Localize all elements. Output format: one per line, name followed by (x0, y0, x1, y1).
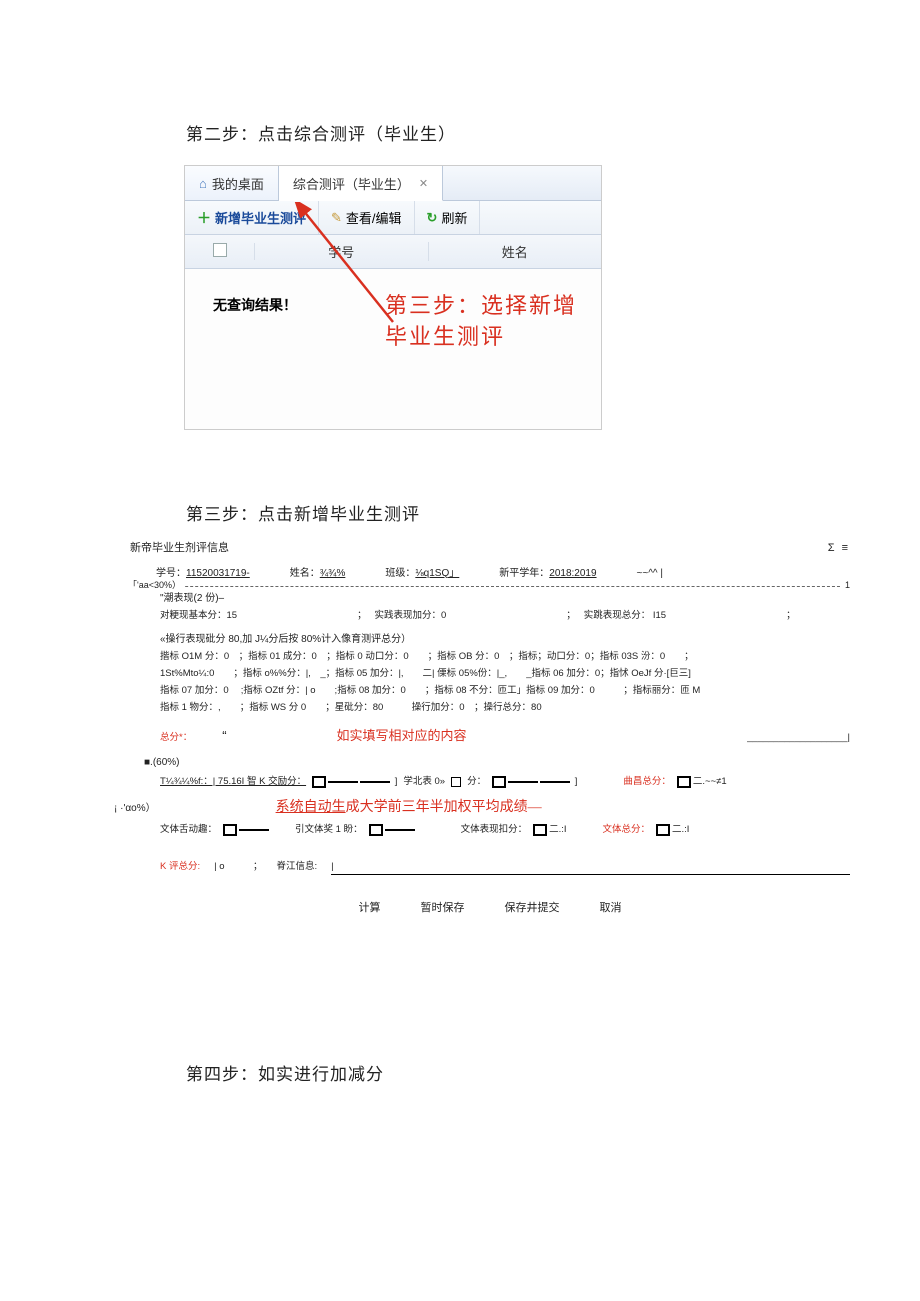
indicator-row1: 揩标 O1M 分：0 ；指标 01 成分：0 ；指标 0 动口分：0 ；指标 O… (160, 648, 850, 665)
section3-body: 文体舌动趣： 引文体奖 1 盼： 文体表现扣分： 二.:I 文体总分： 二.:I (130, 819, 850, 840)
trailing-semi: ； (786, 608, 796, 623)
score-widget-6[interactable]: 二.:I (533, 822, 566, 837)
form-title-row: 新帝毕业生剂评信息 Σ ≡ (130, 540, 850, 558)
view-edit-label: 查看/编辑 (346, 208, 402, 227)
step2-heading: 第二步：点击综合测评（毕业生） (186, 120, 456, 145)
view-edit-button[interactable]: ✎ 查看/编辑 (319, 201, 415, 234)
score-widget-3[interactable]: 二.~~≠1 (677, 774, 727, 789)
header-checkbox-cell (185, 243, 255, 260)
class-field: 班级：⅛q1SQ」 (385, 566, 459, 582)
add-eval-label: 新增毕业生测评 (215, 208, 306, 227)
plus-icon: ＋ (197, 208, 211, 228)
refresh-label: 刷新 (441, 208, 467, 227)
score-widget-2[interactable]: ] (492, 774, 577, 789)
sec1-line2: «操行表现砒分 80,加 J¼分后按 80%计入像育测评总分） (160, 632, 850, 648)
table-header-row: 学号 姓名 (185, 235, 601, 269)
indicator-row2: 1St%Mto¼:0 ；指标 o%%分：|, _；指标 05 加分：|, 二| … (160, 665, 850, 682)
practice-scores-row: 对粳现基本分：15 ； 实践表现加分：0 ； 实跳表现总分： I15 ； (160, 607, 850, 624)
select-all-checkbox[interactable] (213, 243, 227, 257)
score-widget-1[interactable]: ] (312, 774, 397, 789)
tab-eval-label: 综合测评（毕业生） (293, 174, 410, 193)
section1-divider: 「'aa<30%） 1 (130, 586, 850, 587)
student-info-row: 学号：11520031719- 姓名：¾¾% 班级：⅛q1SQ」 新平学年：20… (130, 564, 850, 584)
close-icon[interactable]: ✕ (419, 177, 428, 190)
annotation-text: 第三步：选择新增 毕业生测评 (385, 291, 577, 353)
auto-calc-note: 系统自动生成大学前三年半加权平均成绩— (276, 797, 542, 819)
calculate-button[interactable]: 计算 (359, 900, 381, 918)
sec2-d: 曲昌总分： (623, 774, 671, 789)
edit-icon: ✎ (331, 210, 342, 226)
form-icons: Σ ≡ (828, 540, 850, 558)
fill-truthfully-note: 如实填写相对应的内容 (337, 726, 467, 747)
quote-mark: “ (222, 726, 226, 747)
sec3-c: 文体表现扣分： (461, 822, 528, 837)
score-widget-4[interactable] (223, 824, 269, 836)
auto-calc-link: 系统自动生 (276, 800, 346, 815)
sec3-d: 文体总分： (603, 822, 651, 837)
sec3-row: 文体舌动趣： 引文体奖 1 盼： 文体表现扣分： 二.:I 文体总分： 二.:I (160, 821, 850, 838)
section1-body: "潮表现(2 份)– 对粳现基本分：15 ； 实践表现加分：0 ； 实跳表现总分… (130, 589, 850, 750)
section1-tail: 1 (841, 578, 850, 592)
small-box-icon (451, 777, 461, 787)
header-student-id: 学号 (255, 242, 429, 261)
sec1-line1: "潮表现(2 份)– (160, 591, 850, 607)
final-total-value: | o ； (214, 859, 262, 875)
step4-heading: 第四步：如实进行加减分 (186, 1060, 384, 1085)
student-name-field: 姓名：¾¾% (290, 566, 346, 582)
tab-bar: ⌂ 我的桌面 综合测评（毕业生） ✕ (185, 166, 601, 201)
year-field: 新平学年：2018:2019 (499, 566, 596, 582)
sec3-a: 文体舌动趣： (160, 822, 217, 837)
cancel-button[interactable]: 取消 (600, 900, 622, 918)
form-buttons: 计算 暂时保存 保存井提交 取消 (130, 900, 850, 918)
sec2-b: 学北表 0» (403, 774, 445, 789)
sec3-b: 引文体奖 1 盼： (295, 822, 363, 837)
tail-text: ~~^^ | (637, 566, 663, 582)
final-info-label: 脊江信息: (277, 859, 318, 875)
tab-home-label: 我的桌面 (212, 174, 264, 193)
tab-home[interactable]: ⌂ 我的桌面 (185, 166, 279, 200)
totals-label: 总分*： (160, 730, 192, 745)
sec2-row: T¼¾¼%f:：| 75.16I 智 K 交励分： ] 学北表 0» 分： ] … (160, 773, 850, 790)
total-score: ； 实跳表现总分： I15 (566, 608, 666, 623)
save-temp-button[interactable]: 暂时保存 (421, 900, 465, 918)
eval-form: 新帝毕业生剂评信息 Σ ≡ 学号：11520031719- 姓名：¾¾% 班级：… (130, 540, 850, 918)
section2-body: T¼¾¼%f:：| 75.16I 智 K 交励分： ] 学北表 0» 分： ] … (130, 771, 850, 792)
tab-eval[interactable]: 综合测评（毕业生） ✕ (279, 166, 443, 201)
score-widget-5[interactable] (369, 824, 415, 836)
home-icon: ⌂ (199, 176, 207, 191)
section1-label: 「'aa<30%） (128, 578, 185, 592)
indicator-row4: 指标 1 物分：, ；指标 WS 分 0 ；星砒分：80 操行加分：0 ；操行总… (160, 699, 850, 716)
add-eval-button[interactable]: ＋ 新增毕业生测评 (185, 201, 319, 234)
toolbar: ＋ 新增毕业生测评 ✎ 查看/编辑 ↻ 刷新 (185, 201, 601, 235)
sec2-a: T¼¾¼%f:：| 75.16I 智 K 交励分： (160, 774, 306, 789)
final-info-value: | (331, 859, 850, 875)
sec3-label: ¡ ·'αο%） (114, 801, 156, 817)
refresh-button[interactable]: ↻ 刷新 (415, 201, 481, 234)
bonus-score: ； 实践表现加分：0 (357, 608, 446, 623)
eval-panel-screenshot: ⌂ 我的桌面 综合测评（毕业生） ✕ ＋ 新增毕业生测评 ✎ 查看/编辑 ↻ 刷… (184, 165, 602, 430)
final-total-row: K 评总分: | o ； 脊江信息: | (130, 858, 850, 876)
sec3-header-row: ¡ ·'αο%） 系统自动生成大学前三年半加权平均成绩— (130, 793, 850, 819)
indicator-row3: 指标 07 加分：0 ;指标 OZtf 分：| o ;指标 08 加分：0 ；指… (160, 682, 850, 699)
base-score: 对粳现基本分：15 (160, 608, 237, 623)
sec2-label: ■.(60%) (130, 749, 850, 771)
totals-row: 总分*： “ 如实填写相对应的内容 ___________________| (160, 725, 850, 748)
refresh-icon: ↻ (427, 210, 438, 226)
score-widget-7[interactable]: 二.:I (656, 822, 689, 837)
sec2-c: 分： (467, 774, 486, 789)
save-submit-button[interactable]: 保存井提交 (505, 900, 560, 918)
header-name: 姓名 (429, 242, 602, 261)
form-title: 新帝毕业生剂评信息 (130, 540, 229, 558)
final-total-label: K 评总分: (160, 859, 200, 875)
underline-right: ___________________| (747, 730, 850, 745)
step3-heading: 第三步：点击新增毕业生测评 (186, 500, 420, 525)
